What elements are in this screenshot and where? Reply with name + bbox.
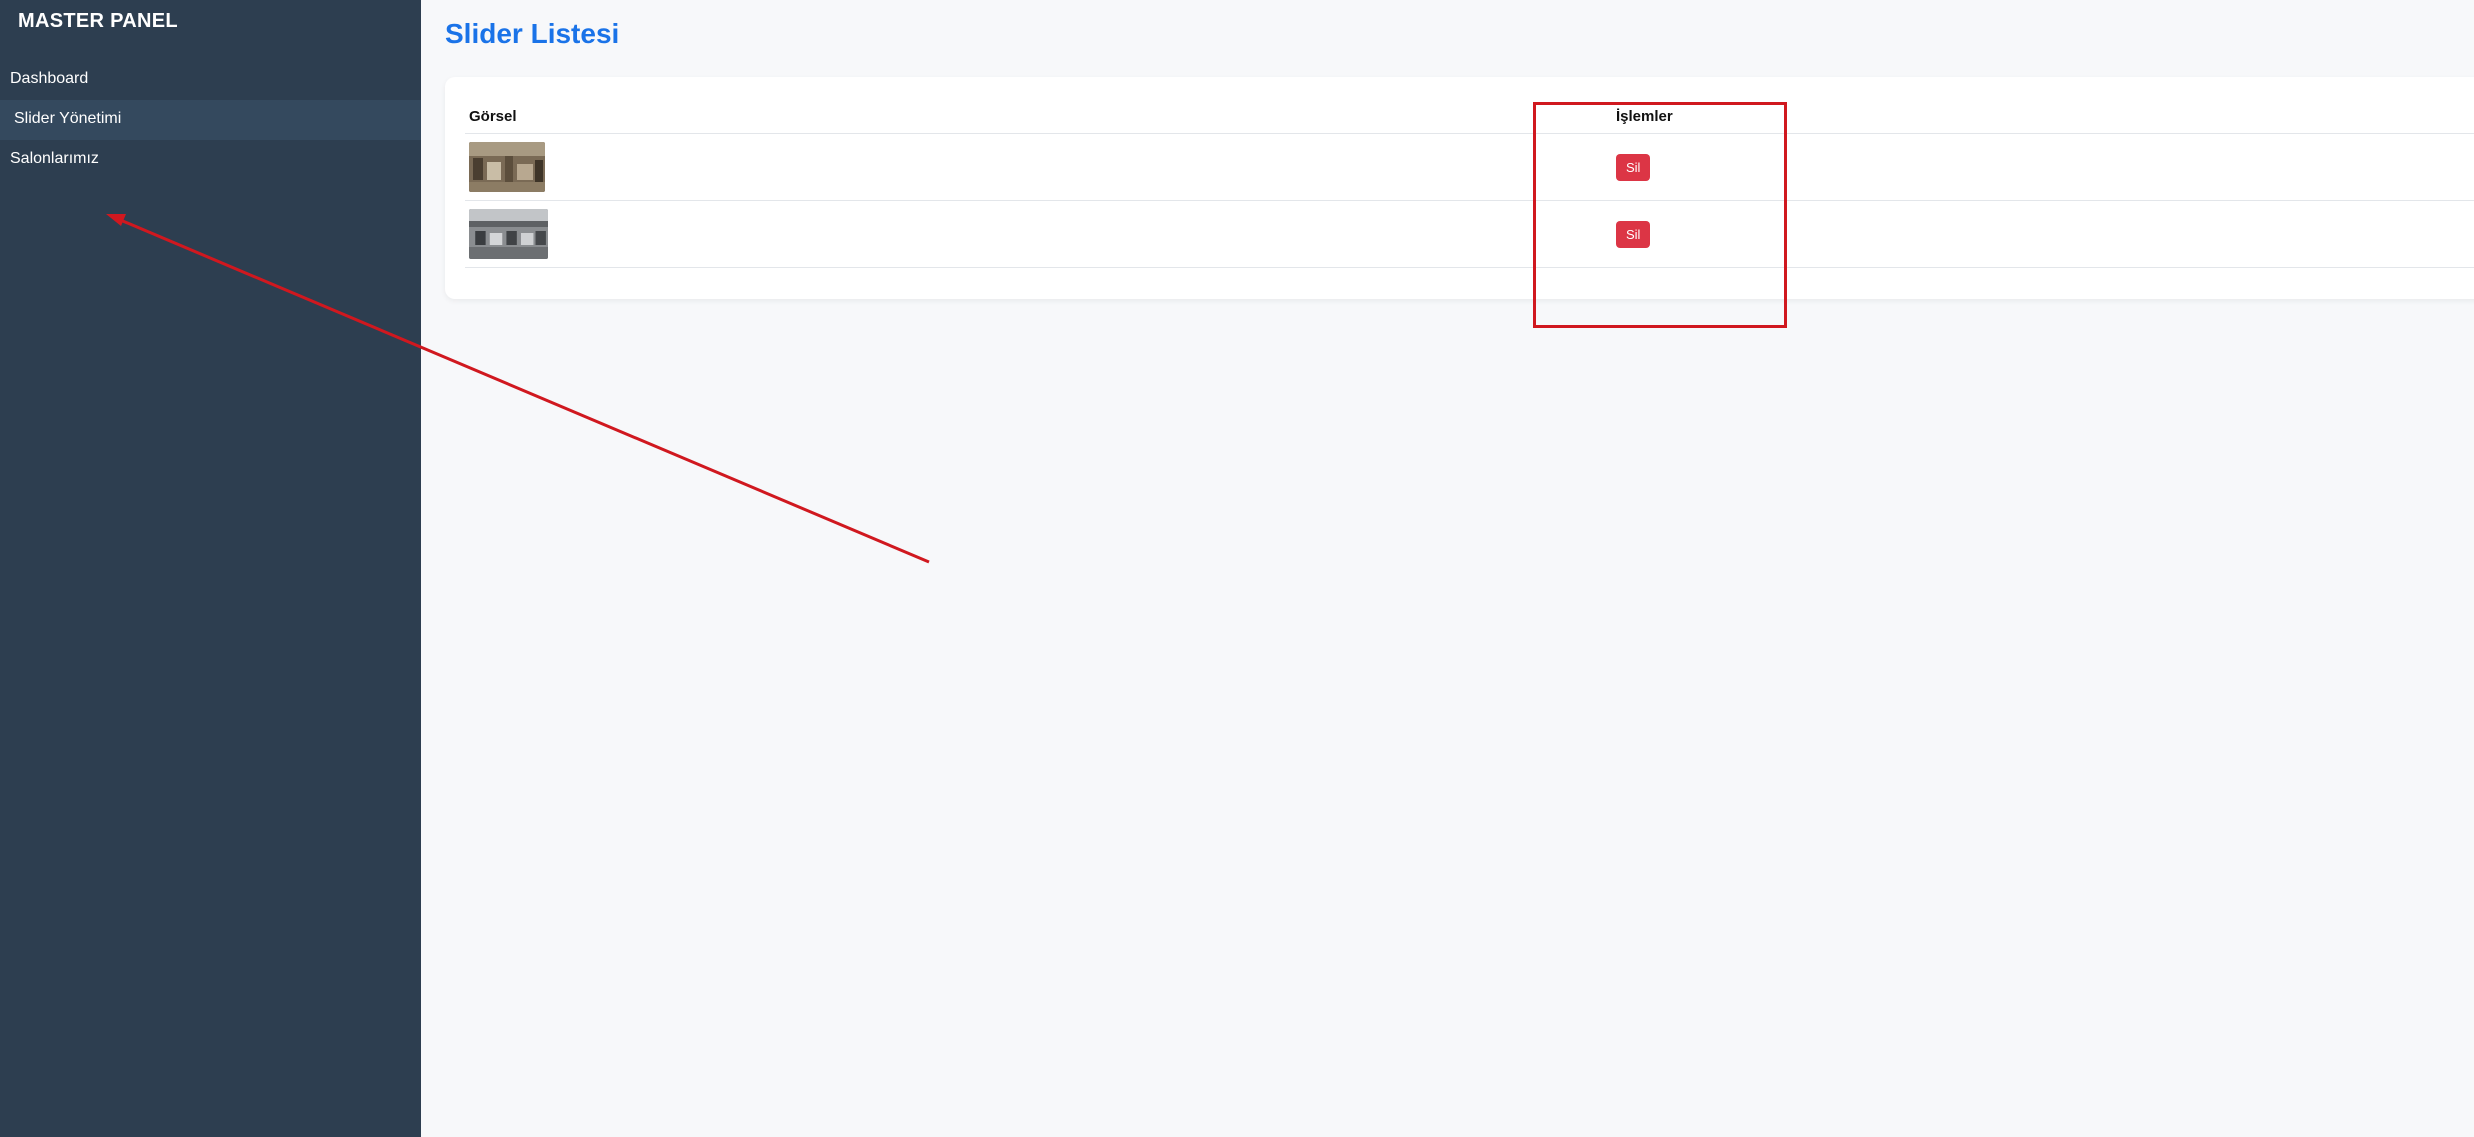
table-row: Sil bbox=[465, 200, 2474, 268]
slider-table: Görsel İşlemler Sil Sil bbox=[465, 99, 2474, 268]
sidebar-item-slider-yonetimi[interactable]: Slider Yönetimi bbox=[0, 100, 421, 140]
sidebar-nav: Dashboard Slider Yönetimi Salonlarımız bbox=[0, 60, 421, 180]
main-content: Slider Listesi Görsel İşlemler Sil Sil bbox=[421, 0, 2474, 1137]
delete-button[interactable]: Sil bbox=[1616, 220, 1651, 248]
table-cell-actions: Sil bbox=[1612, 133, 2474, 201]
column-header-islemler: İşlemler bbox=[1612, 99, 2474, 134]
delete-button[interactable]: Sil bbox=[1616, 153, 1651, 181]
table-row: Sil bbox=[465, 133, 2474, 201]
sidebar-item-dashboard[interactable]: Dashboard bbox=[0, 60, 421, 100]
slider-thumbnail-2 bbox=[469, 209, 548, 259]
slider-thumbnail-1 bbox=[469, 142, 545, 192]
table-cell-actions: Sil bbox=[1612, 200, 2474, 268]
sidebar-item-salonlarimiz[interactable]: Salonlarımız bbox=[0, 140, 421, 180]
sidebar: MASTER PANEL Dashboard Slider Yönetimi S… bbox=[0, 0, 421, 1137]
slider-list-card: Görsel İşlemler Sil Sil bbox=[445, 77, 2474, 299]
column-header-gorsel: Görsel bbox=[465, 99, 1612, 134]
brand-title: MASTER PANEL bbox=[18, 10, 178, 32]
table-cell-image bbox=[465, 133, 1612, 201]
table-cell-image bbox=[465, 200, 1612, 268]
table-header-row: Görsel İşlemler bbox=[465, 99, 2474, 134]
page-title: Slider Listesi bbox=[445, 18, 620, 49]
